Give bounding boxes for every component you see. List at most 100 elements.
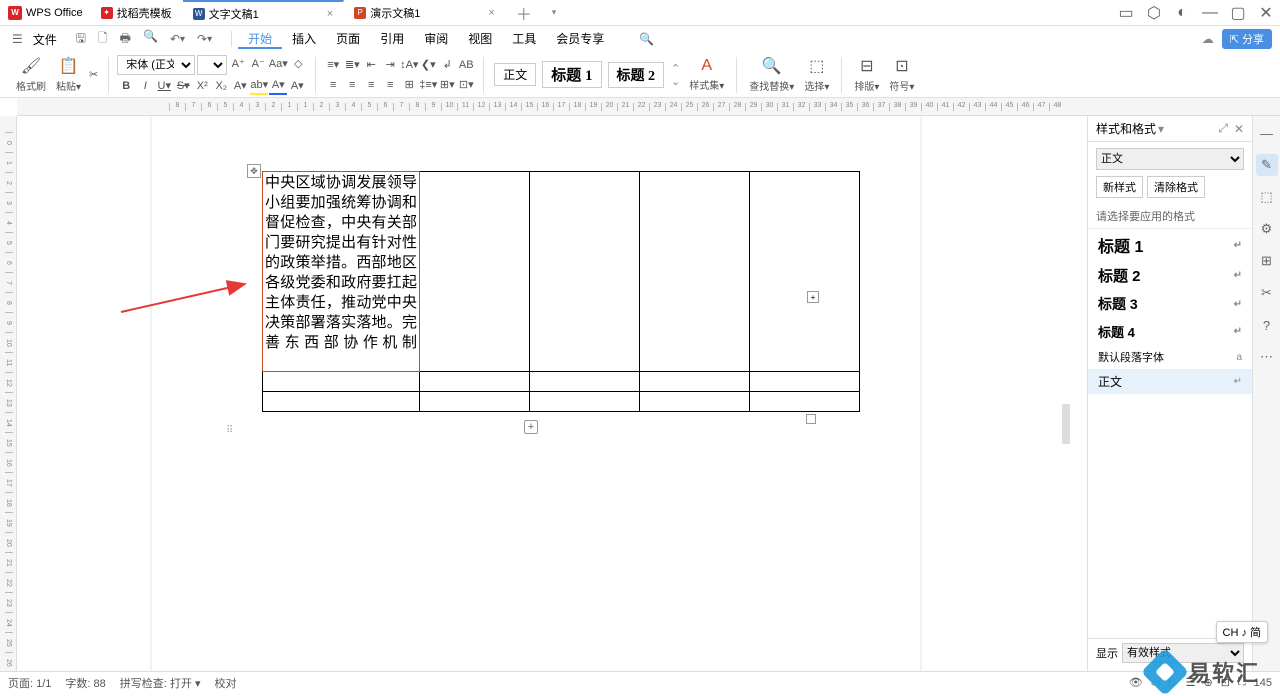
save-icon[interactable]: 🖫 [71,29,91,50]
italic-button[interactable]: I [136,77,154,95]
format-painter-button[interactable]: 🖌 格式刷 [12,54,50,95]
tab-list-dropdown[interactable]: ▾ [542,0,567,25]
clear-format-button[interactable]: 清除格式 [1147,176,1205,198]
table-cell[interactable] [530,392,640,412]
clear-format-icon[interactable]: ◇ [289,55,307,73]
style-normal[interactable]: 正文 [494,63,536,86]
bullet-list-button[interactable]: ≡▾ [324,56,342,74]
close-button[interactable]: ✕ [1252,0,1280,26]
panel-dropdown-icon[interactable]: ▾ [1158,122,1164,136]
line-spacing-button[interactable]: ‡≡▾ [419,76,437,94]
new-style-button[interactable]: 新样式 [1096,176,1143,198]
tabs-button-icon[interactable]: ⊡▾ [457,76,475,94]
horizontal-ruler[interactable]: document.write(Array.from({length:56},(_… [17,98,1280,116]
table-cell[interactable] [640,392,750,412]
status-spellcheck[interactable]: 拼写检查: 打开 ▾ [120,675,201,691]
table-move-handle[interactable]: ✥ [247,164,261,178]
add-tab-button[interactable]: ＋ [506,0,542,25]
table-cell[interactable] [750,172,860,372]
align-justify-button[interactable]: ≡ [381,76,399,94]
bold-button[interactable]: B [117,77,135,95]
close-icon[interactable]: × [319,8,333,20]
style-item-h4[interactable]: 标题 4↵ [1088,318,1252,345]
select-button[interactable]: ⬚ 选择▾ [800,54,833,95]
tab-view[interactable]: 视图 [458,30,502,49]
change-case-icon[interactable]: Aa▾ [269,55,287,73]
sort-button[interactable]: ❮▾ [419,56,437,74]
print-icon[interactable]: 🖶 [115,29,136,50]
eye-icon[interactable]: 👁 [1129,676,1143,689]
settings-strip-icon[interactable]: ⚙ [1256,218,1278,240]
table-cell[interactable] [420,372,530,392]
tools-strip-icon[interactable]: ✂ [1256,282,1278,304]
help-strip-icon[interactable]: ? [1256,314,1278,336]
tab-review[interactable]: 审阅 [414,30,458,49]
table-cell[interactable] [640,172,750,372]
decrease-indent-button[interactable]: ⇤ [362,56,380,74]
status-page[interactable]: 页面: 1/1 [8,675,51,691]
tab-home[interactable]: 开始 [238,30,282,49]
nav-strip-icon[interactable]: ⊞ [1256,250,1278,272]
font-name-select[interactable]: 宋体 (正文) [117,55,195,75]
undo-icon[interactable]: ↶▾ [165,29,190,50]
table-cell[interactable] [530,372,640,392]
cube-icon[interactable]: ⬡ [1140,0,1168,26]
share-button[interactable]: ⇱ 分享 [1222,29,1272,49]
table-cell[interactable] [420,172,530,372]
collapse-strip-icon[interactable]: — [1256,122,1278,144]
scroll-handle[interactable] [1062,404,1070,444]
arrange-button[interactable]: ⊟ 排版▾ [850,54,883,95]
hamburger-icon[interactable]: ☰ [8,32,27,46]
cloud-icon[interactable]: ☁ [1202,32,1214,46]
underline-button[interactable]: U▾ [155,77,173,95]
close-panel-icon[interactable]: ✕ [1234,122,1244,136]
table-cell[interactable] [263,372,420,392]
table-cell[interactable] [530,172,640,372]
text-effects-button[interactable]: A▾ [231,77,249,95]
tab-document-1[interactable]: W 文字文稿1 × [183,0,345,25]
more-strip-icon[interactable]: ⋯ [1256,346,1278,368]
show-marks-button[interactable]: ↲ [438,56,456,74]
new-icon[interactable]: 🗋 [93,29,113,50]
table-cell[interactable] [420,392,530,412]
style-item-body[interactable]: 正文↵ [1088,369,1252,394]
search-icon[interactable]: 🔍 [634,32,659,46]
style-gallery-dropdown[interactable]: ⌃⌄ [668,62,683,88]
align-center-button[interactable]: ≡ [343,76,361,94]
user-avatar-icon[interactable]: ◐ [1168,0,1196,26]
tab-insert[interactable]: 插入 [282,30,326,49]
style-item-default-font[interactable]: 默认段落字体a [1088,345,1252,369]
style-item-h2[interactable]: 标题 2↵ [1088,261,1252,290]
table-cell[interactable] [750,372,860,392]
redo-icon[interactable]: ↷▾ [192,29,217,50]
strikethrough-button[interactable]: S▾ [174,77,192,95]
shading-button[interactable]: A▾ [288,77,306,95]
maximize-button[interactable]: ▢ [1224,0,1252,26]
table-cell[interactable] [750,392,860,412]
tab-page[interactable]: 页面 [326,30,370,49]
file-menu[interactable]: 文件 [27,31,63,48]
app-box-icon[interactable]: ▭ [1112,0,1140,26]
tab-references[interactable]: 引用 [370,30,414,49]
superscript-button[interactable]: X² [193,77,211,95]
table-cell-active[interactable]: 中央区域协调发展领导小组要加强统筹协调和督促检查，中央有关部门要研究提出有针对性… [263,172,420,372]
paste-button[interactable]: 📋 粘贴▾ [52,54,85,95]
decrease-font-icon[interactable]: A⁻ [249,55,267,73]
print-preview-icon[interactable]: 🔍 [138,29,163,50]
increase-indent-button[interactable]: ⇥ [381,56,399,74]
symbol-button[interactable]: ⊡ 符号▾ [885,54,918,95]
status-proof[interactable]: 校对 [214,675,236,691]
tab-templates[interactable]: ✦ 找稻壳模板 [91,0,183,25]
vertical-ruler[interactable]: document.write(Array.from({length:28},(_… [0,116,17,691]
find-replace-button[interactable]: 🔍 查找替换▾ [745,54,798,95]
highlight-button[interactable]: ab▾ [250,77,268,95]
select-strip-icon[interactable]: ⬚ [1256,186,1278,208]
minimize-button[interactable]: — [1196,0,1224,26]
close-icon[interactable]: × [480,7,494,19]
current-style-select[interactable]: 正文 [1096,148,1244,170]
style-item-h1[interactable]: 标题 1↵ [1088,229,1252,261]
distribute-button[interactable]: ⊞ [400,76,418,94]
style-heading-1[interactable]: 标题 1 [542,61,601,88]
style-heading-2[interactable]: 标题 2 [608,62,665,88]
document-table[interactable]: 中央区域协调发展领导小组要加强统筹协调和督促检查，中央有关部门要研究提出有针对性… [262,171,860,412]
